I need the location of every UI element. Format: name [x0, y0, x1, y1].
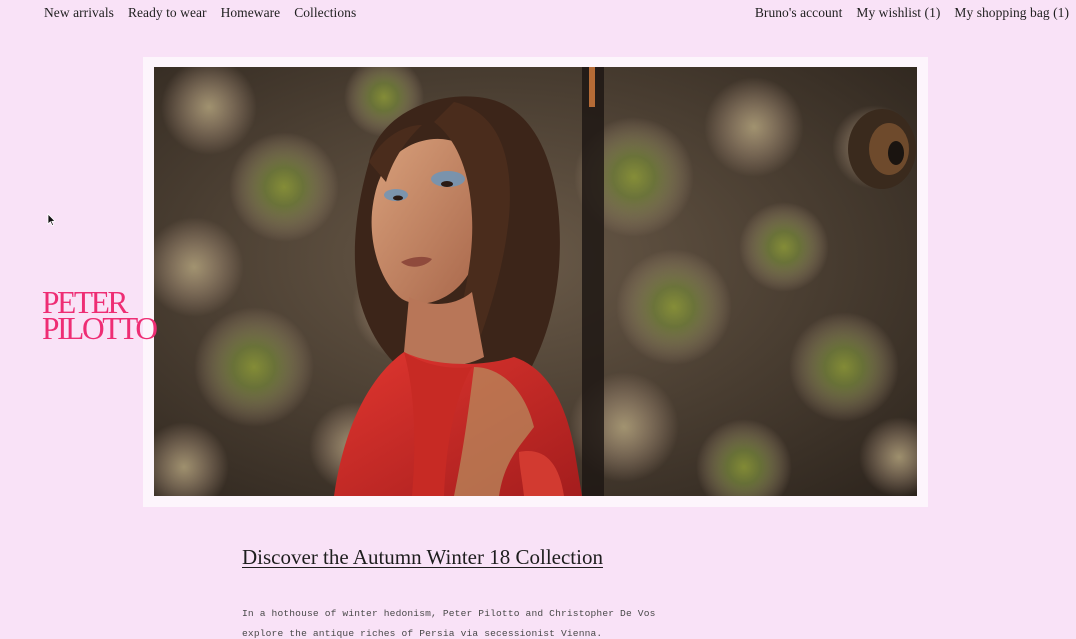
description-line-1: In a hothouse of winter hedonism, Peter … [242, 608, 656, 619]
nav-account[interactable]: Bruno's account [755, 5, 843, 21]
nav-ready-to-wear[interactable]: Ready to wear [128, 5, 207, 21]
description-line-2: explore the antique riches of Persia via… [242, 628, 603, 639]
nav-shopping-bag[interactable]: My shopping bag (1) [954, 5, 1069, 21]
mouse-pointer-icon [47, 213, 56, 227]
primary-nav: New arrivals Ready to wear Homeware Coll… [44, 5, 356, 21]
nav-collections[interactable]: Collections [294, 5, 356, 21]
collection-description: In a hothouse of winter hedonism, Peter … [242, 604, 662, 639]
nav-homeware[interactable]: Homeware [221, 5, 281, 21]
account-nav: Bruno's account My wishlist (1) My shopp… [755, 5, 1069, 21]
hero-video-frame [143, 57, 928, 507]
hero-image[interactable] [154, 67, 917, 496]
brand-logo[interactable]: PETER PILOTTO [42, 286, 158, 346]
nav-new-arrivals[interactable]: New arrivals [44, 5, 114, 21]
collection-headline-link[interactable]: Discover the Autumn Winter 18 Collection [242, 545, 603, 570]
nav-wishlist[interactable]: My wishlist (1) [856, 5, 940, 21]
model-in-red-jacket-photo [154, 67, 917, 496]
logo-line-2: PILOTTO [42, 310, 158, 346]
top-navigation: New arrivals Ready to wear Homeware Coll… [0, 0, 1076, 26]
